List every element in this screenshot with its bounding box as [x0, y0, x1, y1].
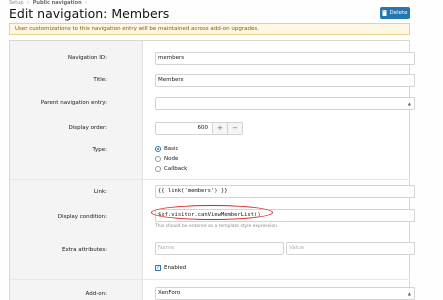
- attribute-name-input[interactable]: Name: [155, 242, 284, 255]
- nav-id-label: Navigation ID:: [67, 55, 107, 61]
- title-input[interactable]: Members: [155, 74, 415, 87]
- radio-icon: [155, 156, 161, 162]
- display-order-label: Display order:: [68, 125, 107, 131]
- highlight-circle: [151, 205, 273, 220]
- delete-button-label: Delete: [389, 10, 408, 16]
- enabled-label: Enabled: [164, 265, 187, 271]
- enabled-checkbox[interactable]: ✓ Enabled: [155, 265, 186, 271]
- link-label: Link:: [93, 189, 107, 195]
- attribute-value-input[interactable]: Value: [286, 242, 415, 255]
- select-arrows-icon: ▲▼: [407, 291, 411, 296]
- display-condition-label: Display condition:: [57, 214, 107, 220]
- extra-attributes-label: Extra attributes:: [62, 247, 107, 253]
- customization-notice: User customizations to this navigation e…: [9, 23, 410, 35]
- type-radio-basic[interactable]: Basic: [155, 146, 179, 152]
- type-radio-node[interactable]: Node: [155, 156, 178, 162]
- page-title: Edit navigation: Members: [9, 6, 170, 21]
- divider: [10, 179, 410, 180]
- delete-button[interactable]: Delete: [380, 7, 410, 19]
- label-column: [10, 41, 143, 300]
- radio-selected-icon: [155, 146, 161, 152]
- addon-label: Add-on:: [85, 291, 107, 297]
- display-order-value[interactable]: 600: [156, 123, 212, 134]
- type-option-label: Basic: [164, 146, 179, 152]
- display-condition-hint: This should be entered as a template sty…: [155, 224, 279, 229]
- addon-select-value: XenForo: [158, 290, 181, 296]
- nav-id-input[interactable]: members: [155, 52, 415, 65]
- divider: [10, 279, 410, 280]
- title-label: Title:: [93, 77, 107, 83]
- parent-label: Parent navigation entry:: [40, 100, 107, 106]
- type-label: Type:: [92, 147, 108, 153]
- addon-select[interactable]: XenForo ▲▼: [155, 287, 415, 300]
- decrement-button[interactable]: −: [227, 123, 242, 134]
- parent-select[interactable]: ▲▼: [155, 97, 415, 110]
- checkmark-icon: ✓: [155, 265, 161, 271]
- navigation-form: Navigation ID: members Title: Members Pa…: [9, 40, 415, 300]
- type-radio-callback[interactable]: Callback: [155, 166, 187, 172]
- type-option-label: Node: [164, 156, 179, 162]
- increment-button[interactable]: +: [212, 123, 227, 134]
- type-option-label: Callback: [164, 166, 188, 172]
- display-order-stepper[interactable]: 600 + −: [155, 122, 243, 135]
- link-input[interactable]: {{ link('members') }}: [155, 185, 415, 198]
- radio-icon: [155, 166, 161, 172]
- trash-icon: [382, 10, 388, 16]
- select-arrows-icon: ▲▼: [407, 101, 411, 106]
